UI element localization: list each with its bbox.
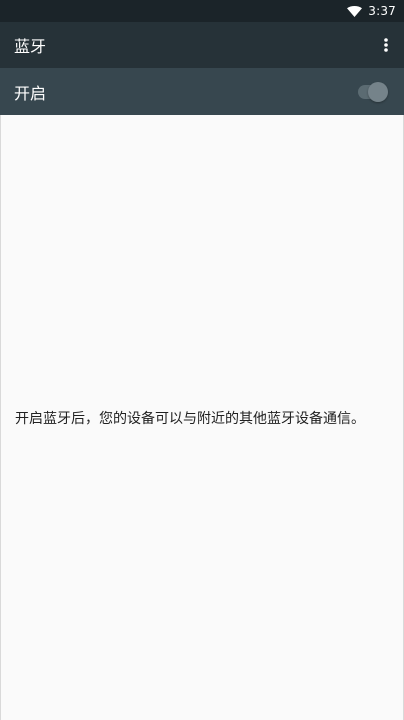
empty-state-message: 开启蓝牙后，您的设备可以与附近的其他蓝牙设备通信。 (15, 411, 365, 427)
toggle-thumb (368, 82, 388, 102)
status-time: 3:37 (368, 4, 396, 18)
app-bar: 蓝牙 (0, 22, 404, 68)
page-title: 蓝牙 (14, 37, 47, 56)
more-vert-icon (384, 38, 388, 52)
bluetooth-switch-label: 开启 (14, 83, 47, 103)
bluetooth-toggle[interactable] (358, 82, 388, 102)
more-options-button[interactable] (378, 32, 394, 58)
status-bar: 3:37 (0, 0, 404, 22)
wifi-icon (347, 5, 363, 17)
bluetooth-switch-bar[interactable]: 开启 (0, 68, 404, 115)
content-area: 开启蓝牙后，您的设备可以与附近的其他蓝牙设备通信。 (0, 115, 404, 720)
